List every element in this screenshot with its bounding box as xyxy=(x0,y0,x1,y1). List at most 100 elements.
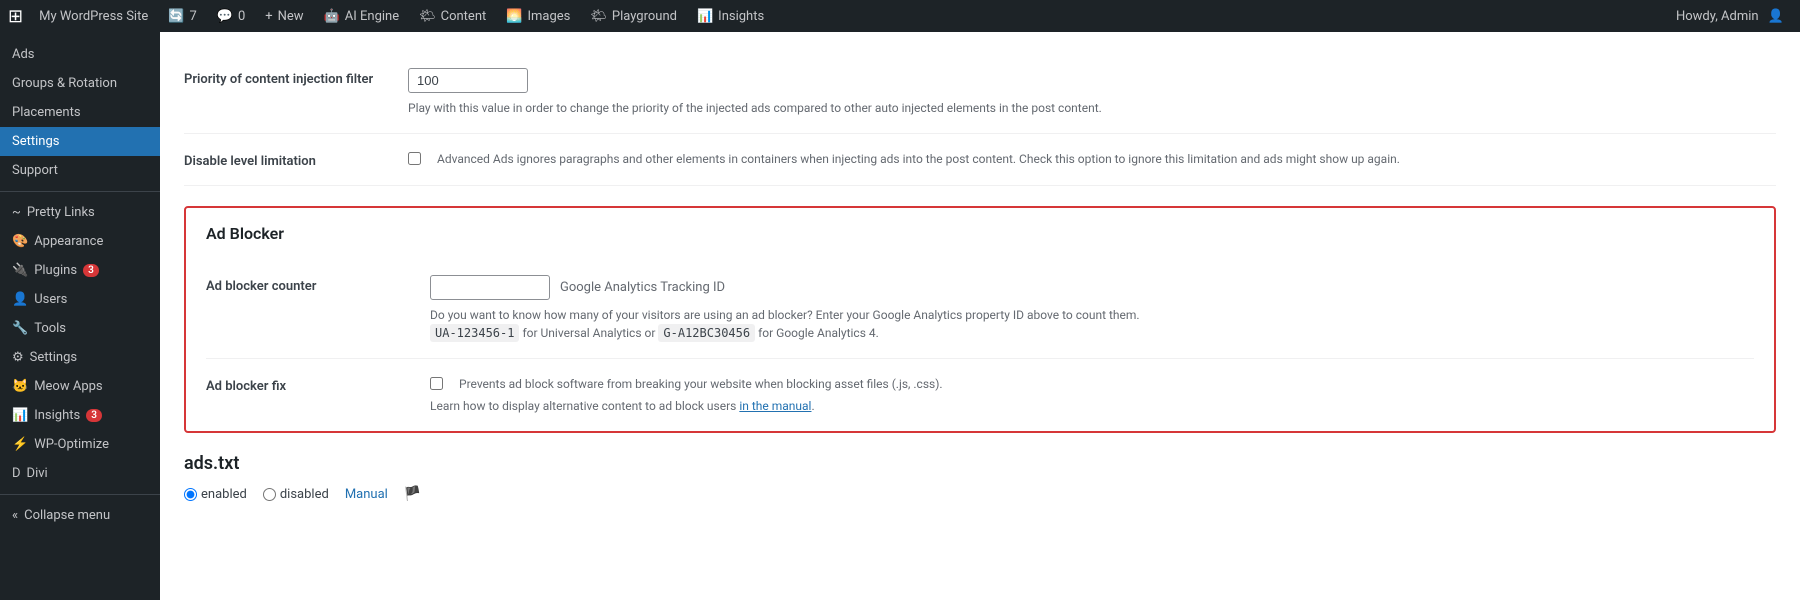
analytics-id-input[interactable] xyxy=(430,275,550,300)
updates-count: 7 xyxy=(189,9,196,24)
ads-txt-manual-link[interactable]: Manual xyxy=(345,487,388,502)
ads-txt-enabled-option[interactable]: enabled xyxy=(184,487,247,502)
disable-level-row: Disable level limitation Advanced Ads ig… xyxy=(184,134,1776,186)
playground-label: Playground xyxy=(612,9,677,24)
insights-bar-label: Insights xyxy=(718,9,764,24)
updates-icon: 🔄 xyxy=(168,9,184,24)
priority-description: Play with this value in order to change … xyxy=(408,99,1776,117)
groups-rotation-label: Groups & Rotation xyxy=(12,76,117,91)
priority-input[interactable] xyxy=(408,68,528,93)
plus-icon: + xyxy=(265,9,272,24)
ads-txt-disabled-option[interactable]: disabled xyxy=(263,487,329,502)
settings-main-label: Settings xyxy=(30,350,77,365)
sidebar: Ads Groups & Rotation Placements Setting… xyxy=(0,32,160,600)
collapse-label: Collapse menu xyxy=(24,508,110,523)
sidebar-item-settings-main[interactable]: ⚙ Settings xyxy=(0,343,160,372)
new-label: New xyxy=(278,9,304,24)
ad-blocker-fix-description: Prevents ad block software from breaking… xyxy=(459,375,943,393)
sidebar-item-groups-rotation[interactable]: Groups & Rotation xyxy=(0,69,160,98)
users-label: Users xyxy=(34,292,67,307)
plugins-label: Plugins xyxy=(34,263,77,278)
collapse-icon: « xyxy=(12,508,18,523)
ad-blocker-counter-label: Ad blocker counter xyxy=(206,275,406,294)
priority-label: Priority of content injection filter xyxy=(184,68,384,87)
pretty-links-icon: ~ xyxy=(12,205,21,220)
appearance-icon: 🎨 xyxy=(12,234,28,249)
content-icon: 🌤 xyxy=(419,9,436,24)
admin-bar: ⊞ My WordPress Site 🔄 7 💬 0 + New 🤖 AI E… xyxy=(0,0,1800,32)
manual-link[interactable]: in the manual xyxy=(739,399,811,413)
disable-level-content: Advanced Ads ignores paragraphs and othe… xyxy=(408,150,1776,168)
adminbar-content[interactable]: 🌤 Content xyxy=(411,0,494,32)
priority-row: Priority of content injection filter Pla… xyxy=(184,52,1776,134)
ad-blocker-counter-description: Do you want to know how many of your vis… xyxy=(430,306,1754,342)
appearance-label: Appearance xyxy=(34,234,103,249)
adminbar-images[interactable]: 🌅 Images xyxy=(498,0,578,32)
ad-blocker-fix-row: Ad blocker fix Prevents ad block softwar… xyxy=(206,359,1754,415)
images-label: Images xyxy=(527,9,570,24)
ad-blocker-counter-content: Google Analytics Tracking ID Do you want… xyxy=(430,275,1754,342)
admin-avatar-icon[interactable]: 👤 xyxy=(1768,9,1784,24)
ai-engine-icon: 🤖 xyxy=(324,9,340,24)
insights-icon: 📊 xyxy=(12,408,28,423)
insights-bar-icon: 📊 xyxy=(697,9,713,24)
sidebar-item-ads[interactable]: Ads xyxy=(0,40,160,69)
sidebar-item-plugins[interactable]: 🔌 Plugins 3 xyxy=(0,256,160,285)
comments-count: 0 xyxy=(238,9,245,24)
sidebar-item-support[interactable]: Support xyxy=(0,156,160,185)
ad-blocker-fix-label: Ad blocker fix xyxy=(206,375,406,394)
ai-engine-label: AI Engine xyxy=(345,9,399,24)
analytics-tracking-id-label: Google Analytics Tracking ID xyxy=(560,280,725,295)
ad-blocker-fix-checkbox[interactable] xyxy=(430,377,443,390)
sidebar-item-settings[interactable]: Settings xyxy=(0,127,160,156)
settings-label: Settings xyxy=(12,134,59,149)
insights-label: Insights xyxy=(34,408,80,423)
adminbar-new[interactable]: + New xyxy=(257,0,311,32)
tools-icon: 🔧 xyxy=(12,321,28,336)
content-label: Content xyxy=(441,9,487,24)
meow-apps-icon: 🐱 xyxy=(12,379,28,394)
ads-txt-disabled-label: disabled xyxy=(280,487,329,502)
sidebar-item-insights[interactable]: 📊 Insights 3 xyxy=(0,401,160,430)
ad-blocker-fix-content: Prevents ad block software from breaking… xyxy=(430,375,1754,415)
ads-txt-radio-group: enabled disabled Manual 🏴 xyxy=(184,486,1776,502)
users-icon: 👤 xyxy=(12,292,28,307)
sidebar-item-pretty-links[interactable]: ~ Pretty Links xyxy=(0,198,160,227)
ad-blocker-title: Ad Blocker xyxy=(206,224,1754,243)
ads-txt-disabled-radio[interactable] xyxy=(263,488,276,501)
pretty-links-label: Pretty Links xyxy=(27,205,95,220)
adminbar-site[interactable]: My WordPress Site xyxy=(31,0,156,32)
adminbar-playground[interactable]: 🌤 Playground xyxy=(582,0,685,32)
plugins-icon: 🔌 xyxy=(12,263,28,278)
ads-label: Ads xyxy=(12,47,35,62)
tools-label: Tools xyxy=(34,321,66,336)
ads-txt-info-icon[interactable]: 🏴 xyxy=(404,486,421,502)
ads-txt-enabled-label: enabled xyxy=(201,487,247,502)
disable-level-description: Advanced Ads ignores paragraphs and othe… xyxy=(437,150,1400,168)
adminbar-ai-engine[interactable]: 🤖 AI Engine xyxy=(316,0,408,32)
adminbar-comments[interactable]: 💬 0 xyxy=(209,0,254,32)
ads-txt-enabled-radio[interactable] xyxy=(184,488,197,501)
sidebar-item-meow-apps[interactable]: 🐱 Meow Apps xyxy=(0,372,160,401)
sidebar-item-collapse[interactable]: « Collapse menu xyxy=(0,501,160,530)
comments-icon: 💬 xyxy=(217,9,233,24)
divi-label: Divi xyxy=(27,466,48,481)
ga4-code: G-A12BC30456 xyxy=(658,324,755,342)
adminbar-insights[interactable]: 📊 Insights xyxy=(689,0,772,32)
sidebar-item-divi[interactable]: D Divi xyxy=(0,459,160,488)
adminbar-site-name: My WordPress Site xyxy=(39,9,148,24)
sidebar-item-placements[interactable]: Placements xyxy=(0,98,160,127)
disable-level-checkbox[interactable] xyxy=(408,152,421,165)
sidebar-item-tools[interactable]: 🔧 Tools xyxy=(0,314,160,343)
wp-logo-icon[interactable]: ⊞ xyxy=(8,6,23,27)
sidebar-item-appearance[interactable]: 🎨 Appearance xyxy=(0,227,160,256)
sidebar-item-users[interactable]: 👤 Users xyxy=(0,285,160,314)
sidebar-item-wp-optimize[interactable]: ⚡ WP-Optimize xyxy=(0,430,160,459)
for-ga4-text: for Google Analytics 4. xyxy=(758,326,879,340)
disable-level-label: Disable level limitation xyxy=(184,150,384,169)
settings-main-icon: ⚙ xyxy=(12,350,24,365)
meow-apps-label: Meow Apps xyxy=(34,379,102,394)
adminbar-updates[interactable]: 🔄 7 xyxy=(160,0,205,32)
ua-code: UA-123456-1 xyxy=(430,324,519,342)
howdy-text: Howdy, Admin xyxy=(1676,9,1759,24)
